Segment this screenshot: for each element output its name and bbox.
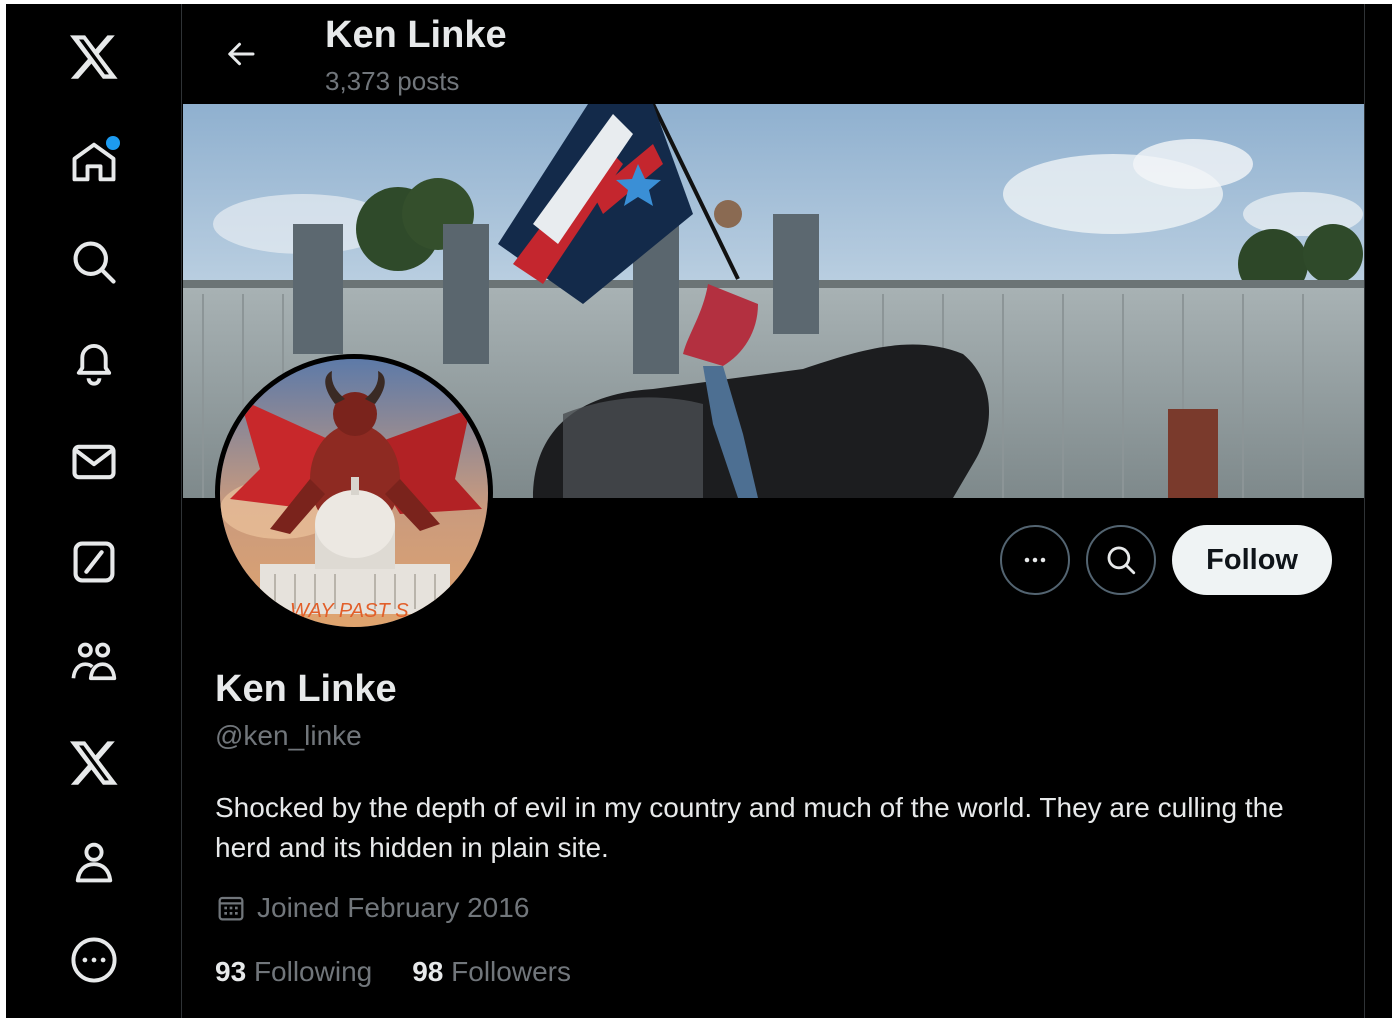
followers-count: 98 [412,956,444,987]
following-count: 93 [215,956,247,987]
bell-icon[interactable] [64,332,124,392]
profile-avatar[interactable]: WAY PAST S [215,354,493,632]
more-circle-icon[interactable] [64,930,124,990]
followers-link[interactable]: 98 Followers [412,956,571,988]
home-icon[interactable] [64,132,124,192]
user-handle: @ken_linke [215,720,362,751]
avatar-caption: WAY PAST S [290,600,409,622]
profile-column: Ken Linke 3,373 posts WAY PAST S Follow … [183,4,1364,1018]
join-date: Joined February 2016 [215,892,529,924]
profile-actions: Follow [1000,524,1332,596]
post-count: 3,373 posts [325,66,460,96]
grok-icon[interactable] [64,532,124,592]
search-icon [1107,546,1136,575]
profile-bio: Shocked by the depth of evil in my count… [215,792,1284,863]
display-name: Ken Linke [215,668,397,710]
back-button[interactable] [211,26,271,82]
follow-button[interactable]: Follow [1172,525,1332,595]
search-posts-button[interactable] [1086,525,1157,595]
following-link[interactable]: 93 Following [215,956,372,988]
x-logo-icon[interactable] [64,26,124,86]
more-icon [1024,557,1046,563]
follow-stats: 93 Following 98 Followers [215,956,571,988]
people-icon[interactable] [64,632,124,692]
calendar-icon [218,896,244,921]
more-options-button[interactable] [1000,525,1071,595]
person-icon[interactable] [64,832,124,892]
search-icon[interactable] [64,232,124,292]
join-date-text: Joined February 2016 [257,892,530,923]
profile-header-bar: Ken Linke 3,373 posts [183,4,1364,104]
arrow-left-icon [228,42,255,66]
app-frame: Ken Linke 3,373 posts WAY PAST S Follow … [6,4,1392,1018]
followers-label: Followers [451,956,571,987]
following-label: Following [253,956,373,987]
notification-dot [106,136,120,150]
left-nav [6,4,182,1018]
avatar-image: WAY PAST S [220,359,488,627]
envelope-icon[interactable] [64,432,124,492]
x-premium-icon[interactable] [64,732,124,792]
column-divider [1364,4,1365,1018]
header-title: Ken Linke [325,14,507,56]
